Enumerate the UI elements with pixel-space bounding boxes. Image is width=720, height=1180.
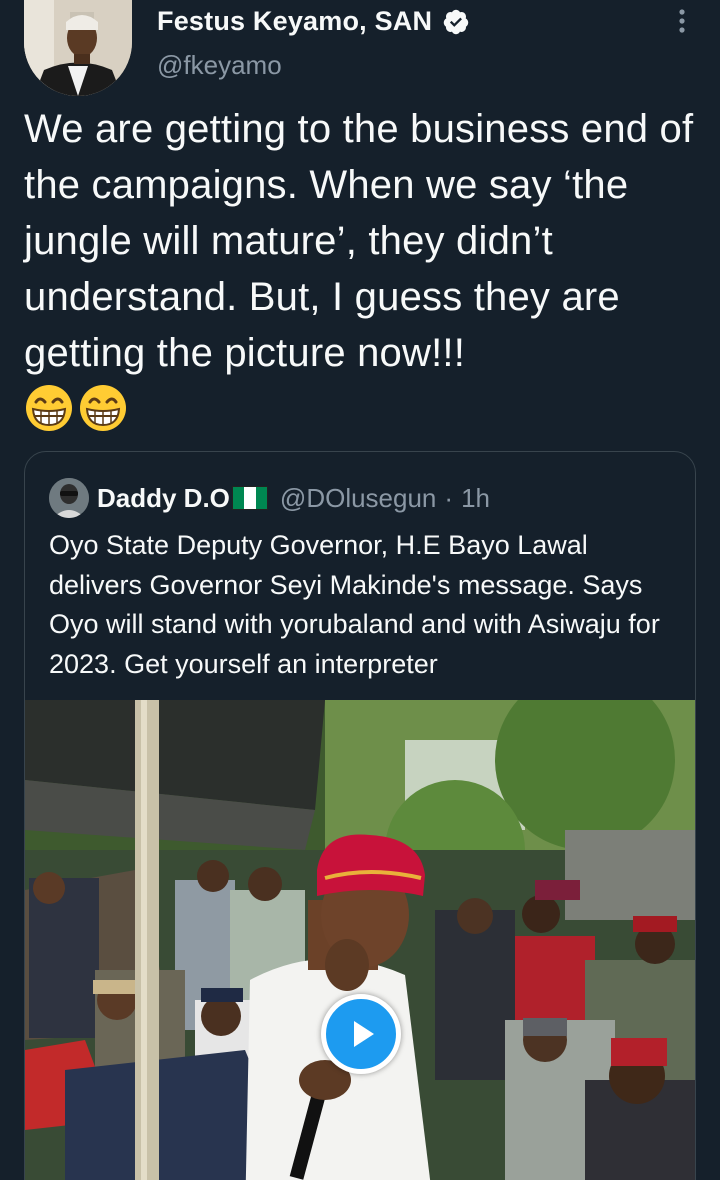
emoji-row	[24, 383, 704, 433]
grinning-face-emoji-icon	[80, 385, 126, 431]
author-avatar[interactable]	[24, 0, 132, 96]
verified-badge-icon	[443, 9, 469, 34]
tweet-text: We are getting to the business end of th…	[24, 107, 694, 375]
nigeria-flag-icon	[231, 486, 268, 510]
quoted-author-avatar[interactable]	[49, 478, 89, 518]
tweet: Festus Keyamo, SAN @fkeyamo We are getti…	[0, 0, 720, 1180]
video-thumbnail[interactable]	[25, 700, 695, 1180]
quoted-tweet-time[interactable]: 1h	[461, 483, 490, 514]
quoted-author-handle[interactable]: @DOlusegun	[280, 483, 436, 514]
author-handle[interactable]: @fkeyamo	[157, 50, 282, 81]
quoted-author-name[interactable]: Daddy D.O	[97, 483, 230, 514]
separator-dot: ·	[444, 482, 454, 513]
tweet-body: We are getting to the business end of th…	[24, 101, 704, 433]
author-display-name[interactable]: Festus Keyamo, SAN	[157, 6, 432, 37]
more-options-icon[interactable]	[674, 6, 690, 36]
video-frame-image	[25, 700, 695, 1180]
quoted-tweet-card[interactable]: Daddy D.O @DOlusegun · 1h Oyo State Depu…	[24, 451, 696, 1180]
quoted-tweet-text: Oyo State Deputy Governor, H.E Bayo Lawa…	[49, 530, 660, 679]
quoted-tweet-header: Daddy D.O @DOlusegun · 1h	[49, 478, 490, 518]
author-name[interactable]: Festus Keyamo, SAN	[157, 6, 470, 37]
grinning-face-emoji-icon	[26, 385, 72, 431]
play-icon	[354, 1021, 374, 1047]
video-play-button[interactable]	[321, 994, 401, 1074]
